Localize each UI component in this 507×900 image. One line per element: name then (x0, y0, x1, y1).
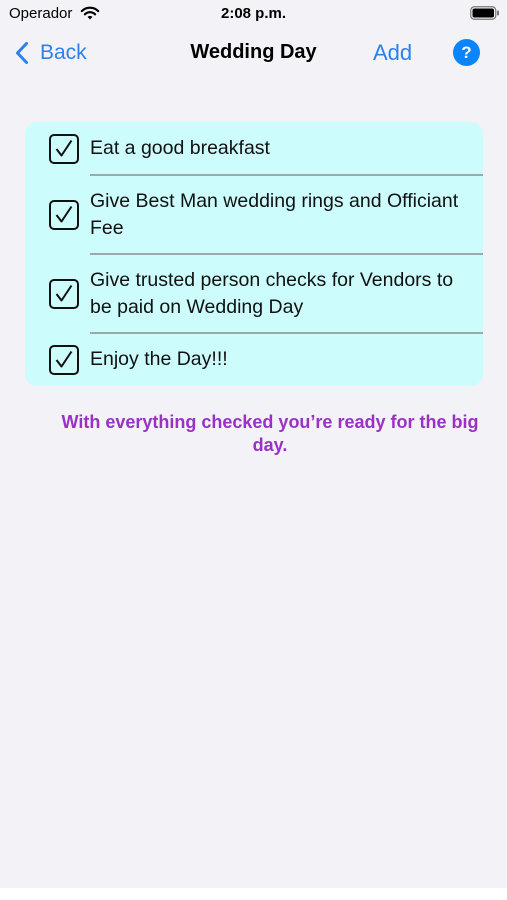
checklist-item[interactable]: Enjoy the Day!!! (25, 333, 483, 386)
page-title: Wedding Day (190, 41, 317, 63)
checklist-item[interactable]: Give trusted person checks for Vendors t… (25, 254, 483, 333)
checklist-item[interactable]: Give Best Man wedding rings and Offician… (25, 175, 483, 254)
app-screen: Operador 2:08 p.m. Back Wedding Day Add … (0, 0, 507, 888)
checkbox-checked-icon[interactable] (49, 278, 79, 309)
completion-message: With everything checked you’re ready for… (61, 412, 479, 455)
battery-icon (470, 6, 499, 20)
help-button[interactable]: ? (453, 39, 480, 66)
add-button[interactable]: Add (373, 40, 412, 66)
checklist-card: Eat a good breakfast Give Best Man weddi… (25, 122, 483, 386)
checkbox-checked-icon[interactable] (49, 199, 79, 230)
checklist-item-label: Give trusted person checks for Vendors t… (90, 268, 454, 318)
checklist-item-label: Eat a good breakfast (90, 137, 270, 159)
status-bar: Operador 2:08 p.m. (0, 0, 507, 28)
checklist-item-label: Give Best Man wedding rings and Offician… (90, 189, 459, 239)
checklist-item[interactable]: Eat a good breakfast (25, 122, 483, 175)
checklist-item-label: Enjoy the Day!!! (90, 348, 228, 370)
checkbox-checked-icon[interactable] (49, 344, 79, 375)
checkbox-checked-icon[interactable] (49, 133, 79, 164)
status-time: 2:08 p.m. (220, 5, 287, 22)
navigation-bar: Back Wedding Day Add ? (0, 30, 507, 76)
